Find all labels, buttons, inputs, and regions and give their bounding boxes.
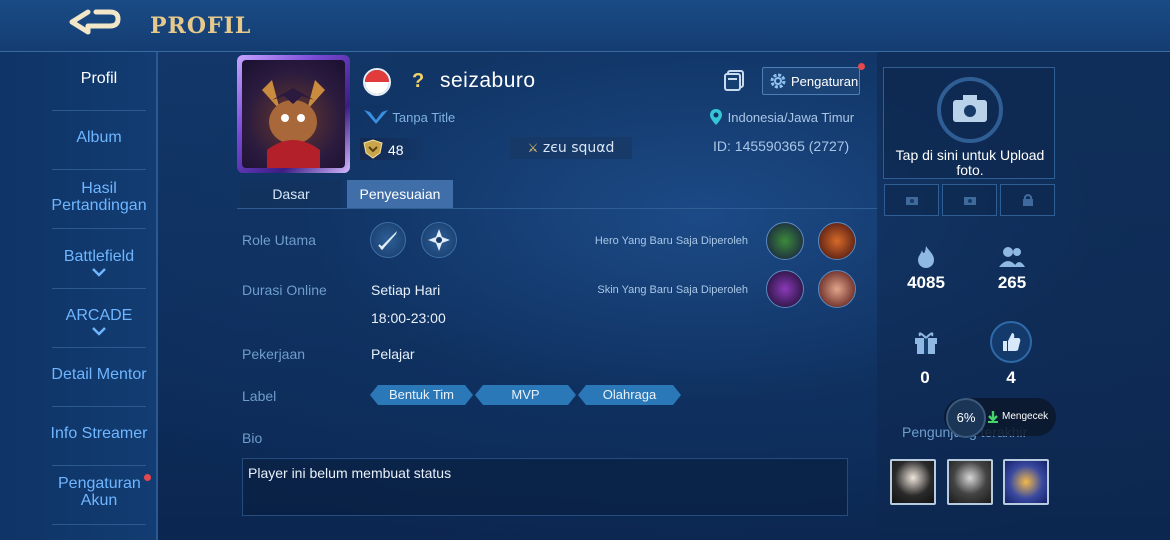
level-number: 48 — [388, 142, 404, 158]
download-icon — [988, 411, 998, 423]
shuriken-icon — [428, 229, 450, 251]
squad-name-text: ᴢєu squαd — [542, 140, 615, 156]
photo-slot-locked[interactable] — [1000, 184, 1055, 216]
chevron-down-icon — [92, 327, 106, 336]
thumbs-up-icon — [1003, 333, 1021, 351]
job-label: Pekerjaan — [242, 346, 306, 362]
page-title: PROFIL — [150, 13, 252, 39]
assassin-role-icon[interactable] — [421, 222, 457, 258]
bio-label: Bio — [242, 430, 263, 446]
photo-slot[interactable] — [942, 184, 997, 216]
sidebar-item-detail-mentor[interactable]: Detail Mentor — [40, 366, 158, 383]
recent-skin-thumbnail[interactable] — [818, 270, 856, 308]
sidebar-item-hasil-pertandingan[interactable]: Hasil Pertandingan — [40, 180, 158, 214]
sidebar: Profil Album Hasil Pertandingan Battlefi… — [0, 52, 158, 540]
top-bar: PROFIL — [0, 0, 1170, 52]
sidebar-divider — [52, 169, 146, 170]
sidebar-item-label: Battlefield — [63, 248, 135, 265]
online-time: 18:00-23:00 — [371, 310, 446, 326]
sidebar-divider — [52, 406, 146, 407]
sidebar-divider — [52, 347, 146, 348]
sidebar-item-arcade[interactable]: ARCADE — [40, 307, 158, 336]
settings-label: Pengaturan — [791, 74, 859, 89]
recent-hero-thumbnail[interactable] — [766, 222, 804, 260]
avatar[interactable] — [237, 55, 350, 173]
visitor-avatar[interactable] — [947, 459, 993, 505]
sidebar-divider — [52, 465, 146, 466]
recent-skin-label: Skin Yang Baru Saja Diperoleh — [597, 284, 748, 296]
indonesia-flag-icon — [363, 68, 391, 96]
photo-slot[interactable] — [884, 184, 939, 216]
online-days: Setiap Hari — [371, 282, 441, 298]
level-shield-icon — [363, 139, 383, 159]
online-duration-label: Durasi Online — [242, 282, 327, 298]
notification-dot — [858, 63, 865, 70]
player-id: ID: 145590365 (2727) — [713, 138, 850, 154]
sidebar-item-info-streamer[interactable]: Info Streamer — [40, 425, 158, 442]
gifts-count: 0 — [920, 368, 930, 387]
hero-portrait-icon — [262, 80, 325, 168]
back-arrow-icon[interactable] — [66, 8, 126, 40]
friends-count: 265 — [997, 273, 1027, 292]
role-label: Role Utama — [242, 232, 316, 248]
popularity-count: 4085 — [907, 273, 945, 292]
player-title[interactable]: Tanpa Title — [363, 108, 455, 126]
download-status-text: Mengecek — [1002, 411, 1049, 422]
cards-icon[interactable] — [722, 68, 746, 92]
job-value: Pelajar — [371, 346, 415, 362]
level-badge: 48 — [360, 138, 430, 160]
visitor-avatar[interactable] — [890, 459, 936, 505]
fighter-role-icon[interactable] — [370, 222, 406, 258]
sidebar-item-label: ARCADE — [65, 307, 133, 324]
tab-penyesuaian[interactable]: Penyesuaian — [347, 180, 453, 208]
camera-icon — [906, 197, 918, 205]
tag-olahraga[interactable]: Olahraga — [578, 385, 681, 405]
username: seizaburo — [440, 69, 536, 92]
gift-icon[interactable] — [912, 328, 940, 356]
sidebar-item-pengaturan-akun[interactable]: Pengaturan Akun — [40, 475, 158, 509]
squad-star-icon: ⚔ — [527, 141, 539, 155]
sidebar-item-album[interactable]: Album — [40, 129, 158, 146]
recent-hero-thumbnail[interactable] — [818, 222, 856, 260]
visitor-avatar[interactable] — [1003, 459, 1049, 505]
sidebar-item-profil[interactable]: Profil — [40, 70, 158, 87]
camera-icon — [964, 197, 976, 205]
chevron-down-icon — [92, 268, 106, 277]
upload-photo-button[interactable]: Tap di sini untuk Upload foto. — [883, 67, 1055, 179]
upload-text: Tap di sini untuk Upload foto. — [895, 147, 1045, 178]
friends-icon — [999, 247, 1025, 267]
like-button[interactable] — [990, 321, 1032, 363]
likes-count: 4 — [1006, 368, 1016, 387]
settings-button[interactable]: Pengaturan — [762, 67, 860, 95]
recent-hero-label: Hero Yang Baru Saja Diperoleh — [594, 235, 748, 247]
tags-label: Label — [242, 388, 277, 404]
flame-icon — [918, 246, 934, 268]
recent-skin-thumbnail[interactable] — [766, 270, 804, 308]
sidebar-divider — [52, 524, 146, 525]
tag-bentuk-tim[interactable]: Bentuk Tim — [370, 385, 473, 405]
location-text: Indonesia/Jawa Timur — [727, 110, 855, 125]
sidebar-divider — [52, 110, 146, 111]
sidebar-divider — [52, 288, 146, 289]
lock-icon — [1023, 194, 1033, 206]
download-progress: 6% — [946, 398, 986, 438]
bio-text[interactable]: Player ini belum membuat status — [242, 458, 848, 516]
squad-name[interactable]: ⚔ ᴢєu squαd — [510, 137, 632, 159]
tab-divider — [237, 208, 877, 209]
unknown-rank-mark: ? — [412, 70, 425, 92]
notification-dot — [144, 474, 151, 481]
sidebar-item-battlefield[interactable]: Battlefield — [40, 248, 158, 277]
tab-dasar[interactable]: Dasar — [240, 180, 342, 208]
avatar-image — [242, 60, 345, 168]
location-pin-icon — [710, 109, 722, 125]
camera-icon — [937, 77, 1003, 143]
sword-icon — [378, 231, 397, 250]
location: Indonesia/Jawa Timur — [708, 108, 854, 126]
sidebar-divider — [52, 228, 146, 229]
title-wings-icon — [364, 110, 388, 124]
gear-icon — [770, 73, 786, 89]
player-title-text: Tanpa Title — [392, 110, 456, 125]
tag-mvp[interactable]: MVP — [475, 385, 576, 405]
